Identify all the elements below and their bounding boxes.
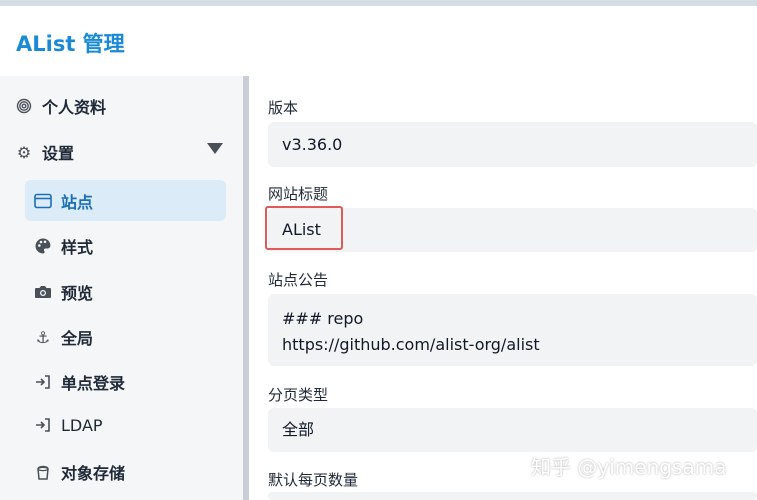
app-title: AList 管理 bbox=[16, 32, 125, 56]
fingerprint-icon bbox=[14, 96, 34, 116]
sidebar-item-label: 预览 bbox=[61, 284, 94, 303]
login-arrow-icon bbox=[33, 415, 53, 435]
sidebar-item-label: 对象存储 bbox=[61, 464, 126, 483]
login-arrow-icon bbox=[33, 372, 53, 392]
anchor-icon: ⚓ bbox=[35, 327, 51, 347]
sidebar-item-ldap[interactable]: LDAP bbox=[33, 415, 103, 435]
pagination-type-label: 分页类型 bbox=[268, 386, 329, 404]
bucket-icon bbox=[33, 462, 53, 482]
announcement-textarea[interactable]: ### repo https://github.com/alist-org/al… bbox=[268, 294, 757, 366]
announcement-line-1: ### repo bbox=[282, 309, 364, 328]
camera-icon bbox=[33, 282, 53, 302]
sidebar-item-label: LDAP bbox=[61, 415, 103, 435]
gear-icon: ⚙ bbox=[16, 142, 32, 162]
sidebar-item-global[interactable]: ⚓ 全局 bbox=[33, 325, 93, 349]
header: AList 管理 bbox=[0, 6, 757, 76]
sidebar-item-sso[interactable]: 单点登录 bbox=[33, 370, 125, 394]
sidebar-item-label: 单点登录 bbox=[61, 374, 126, 393]
default-page-size-input[interactable] bbox=[268, 492, 757, 500]
sidebar-item-label: 设置 bbox=[42, 144, 75, 163]
sidebar-item-label: 样式 bbox=[61, 238, 94, 257]
watermark: 知乎 @yimengsama bbox=[531, 455, 727, 479]
announcement-label: 站点公告 bbox=[268, 271, 329, 289]
sidebar-item-object-storage[interactable]: 对象存储 bbox=[33, 460, 125, 484]
announcement-line-2: https://github.com/alist-org/alist bbox=[282, 335, 540, 354]
sidebar-item-site[interactable]: 站点 bbox=[33, 189, 93, 213]
default-page-size-label: 默认每页数量 bbox=[268, 471, 359, 489]
pagination-type-select[interactable]: 全部 bbox=[268, 408, 757, 452]
highlight-box bbox=[265, 206, 343, 250]
sidebar-item-profile[interactable]: 个人资料 bbox=[14, 94, 106, 118]
palette-icon bbox=[33, 236, 53, 256]
sidebar-item-label: 个人资料 bbox=[42, 98, 107, 117]
sidebar-item-label: 全局 bbox=[61, 329, 94, 348]
version-field[interactable]: v3.36.0 bbox=[268, 122, 757, 167]
chevron-down-icon[interactable] bbox=[207, 143, 223, 154]
sidebar-item-style[interactable]: 样式 bbox=[33, 234, 93, 258]
version-value: v3.36.0 bbox=[282, 135, 343, 154]
sidebar-item-label: 站点 bbox=[61, 193, 94, 212]
sidebar-item-preview[interactable]: 预览 bbox=[33, 280, 93, 304]
pagination-type-value: 全部 bbox=[282, 420, 315, 439]
sidebar-item-settings[interactable]: ⚙ 设置 bbox=[14, 140, 74, 164]
site-title-label: 网站标题 bbox=[268, 185, 329, 203]
version-label: 版本 bbox=[268, 99, 299, 117]
window-icon bbox=[33, 191, 53, 211]
